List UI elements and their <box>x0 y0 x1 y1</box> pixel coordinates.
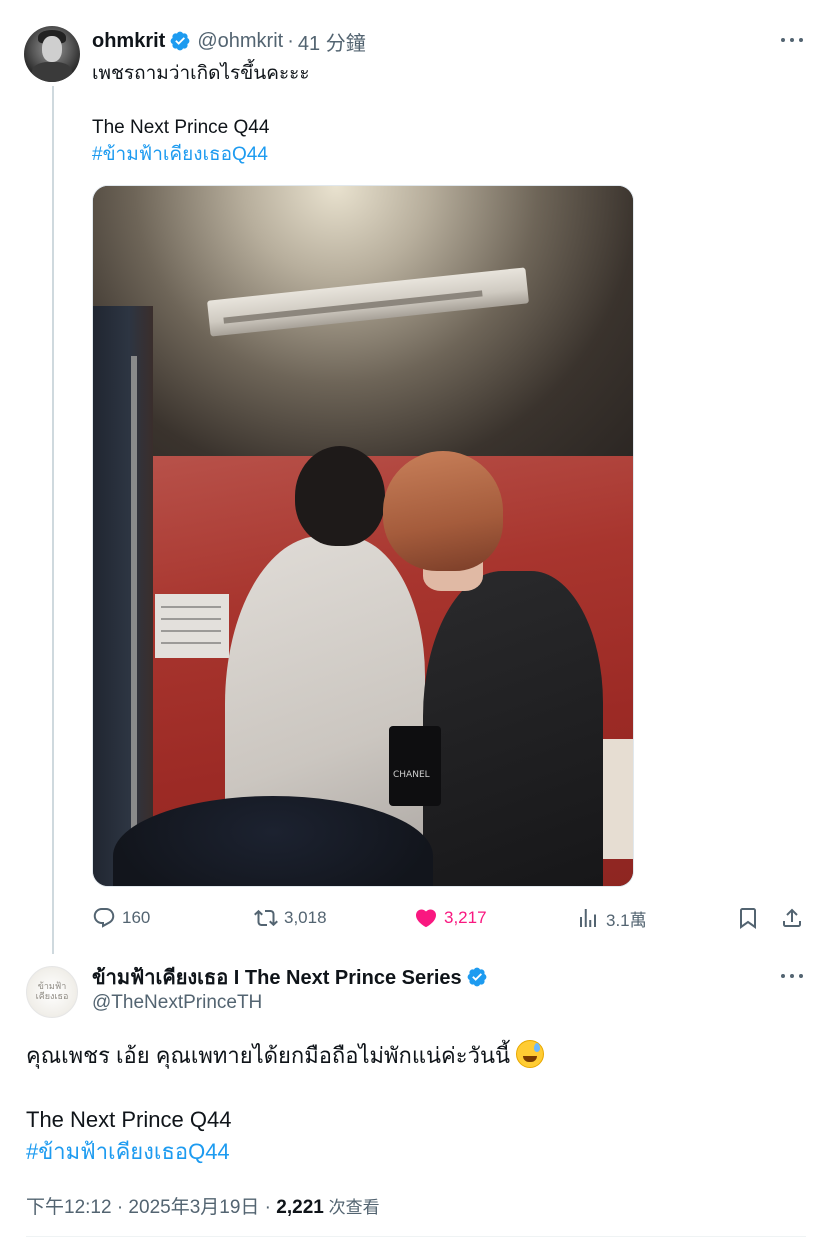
reply-count: 160 <box>122 908 151 927</box>
author-handle[interactable]: @ohmkrit <box>197 30 283 53</box>
tweet2-header: ข้ามฟ้าเคียงเธอ I The Next Prince Series <box>92 964 494 990</box>
views-count: 3.1萬 <box>606 910 647 930</box>
views-icon <box>580 909 596 927</box>
verified-icon <box>467 967 487 987</box>
more-options-button[interactable] <box>778 30 806 50</box>
avatar-ohmkrit[interactable] <box>24 26 80 82</box>
sweat-smile-emoji-icon <box>516 1040 545 1068</box>
views-button[interactable]: 3.1萬 <box>576 900 647 936</box>
retweet-icon <box>254 909 278 927</box>
divider <box>26 1236 806 1237</box>
views-label: 次查看 <box>323 1198 380 1217</box>
separator-dot: · <box>287 29 294 52</box>
more-icon <box>781 974 785 978</box>
thread-connector-line <box>52 86 54 954</box>
verified-icon <box>170 31 190 51</box>
more-icon <box>781 38 785 42</box>
like-count: 3,217 <box>444 908 487 927</box>
more-options-button[interactable] <box>778 966 806 986</box>
share-icon <box>783 908 801 927</box>
author-name[interactable]: ข้ามฟ้าเคียงเธอ I The Next Prince Series <box>92 961 462 993</box>
author-handle[interactable]: @TheNextPrinceTH <box>92 992 262 1014</box>
bookmark-icon <box>740 908 756 929</box>
tweet-text-line: The Next Prince Q44 <box>92 117 270 138</box>
like-button[interactable]: 3,217 <box>414 900 487 936</box>
bookmark-button[interactable] <box>736 900 766 936</box>
retweet-button[interactable]: 3,018 <box>254 900 327 936</box>
like-icon <box>415 909 437 928</box>
tweet-time[interactable]: 41 分鐘 <box>298 27 366 56</box>
tweet-text-line: คุณเพชร เอ้ย คุณเพทายได้ยกมือถือไม่พักแน… <box>26 1040 545 1072</box>
avatar-logo-text: ข้ามฟ้า เคียงเธอ <box>35 982 69 1002</box>
tweet-text: เพชรถามว่าเกิดไรขึ้นคะะะ The Next Prince… <box>92 60 310 168</box>
share-button[interactable] <box>780 900 810 936</box>
tweet-header: ohmkrit @ohmkrit · 41 分鐘 <box>92 27 366 56</box>
tweet-actions: 160 3,018 3,217 3.1萬 <box>92 900 808 936</box>
tweet-text-line: เพชรถามว่าเกิดไรขึ้นคะะะ <box>92 63 310 84</box>
tweet2-text: คุณเพชร เอ้ย คุณเพทายได้ยกมือถือไม่พักแน… <box>26 1040 545 1168</box>
reply-button[interactable]: 160 <box>92 900 150 936</box>
photo-bag-text: CHANEL <box>393 770 430 780</box>
avatar-thenextprince[interactable]: ข้ามฟ้า เคียงเธอ <box>26 966 78 1018</box>
retweet-count: 3,018 <box>284 908 327 927</box>
reply-icon <box>93 908 115 928</box>
hashtag-link[interactable]: #ข้ามฟ้าเคียงเธอQ44 <box>26 1136 544 1168</box>
hashtag-link[interactable]: #ข้ามฟ้าเคียงเธอQ44 <box>92 141 310 168</box>
tweet-meta: 下午12:12 · 2025年3月19日 · 2,221 次查看 <box>26 1192 380 1219</box>
author-name[interactable]: ohmkrit <box>92 30 165 53</box>
views-count: 2,221 <box>276 1197 324 1218</box>
tweet-text-line: The Next Prince Q44 <box>26 1107 232 1132</box>
tweet-photo[interactable]: CHANEL <box>92 185 634 887</box>
tweet-timestamp[interactable]: 下午12:12 · 2025年3月19日 · <box>26 1197 276 1218</box>
